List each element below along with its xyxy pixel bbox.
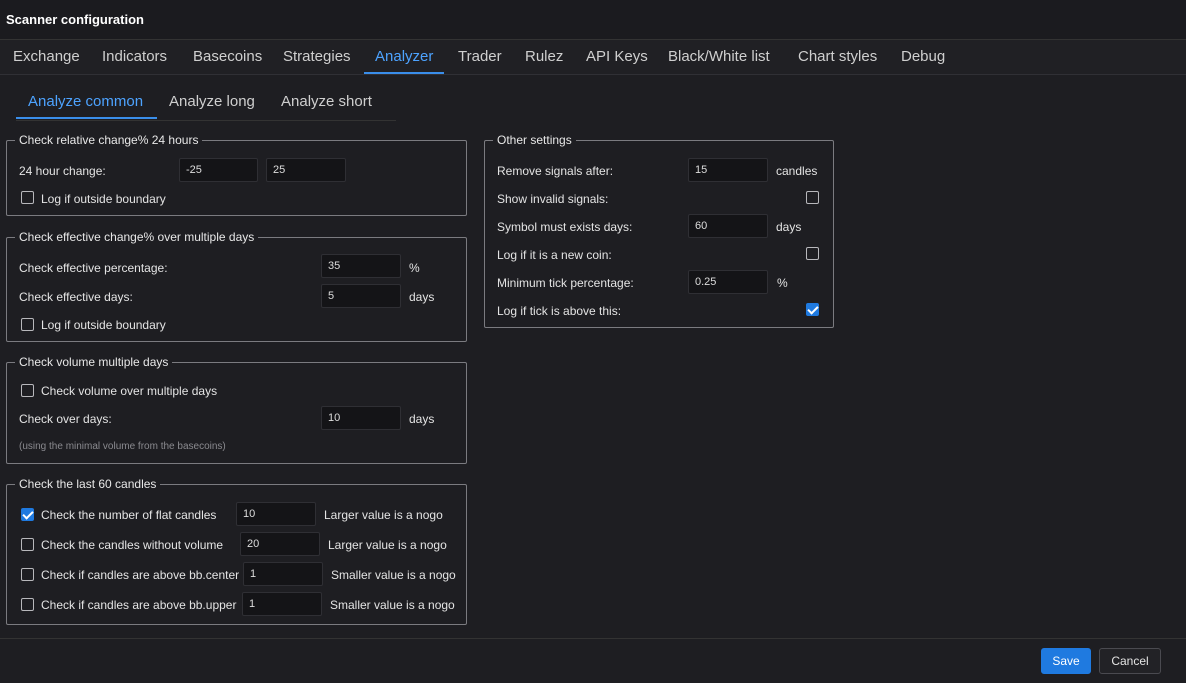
remove-signals-input[interactable]: [688, 158, 768, 182]
sub-tab-bar: Analyze common Analyze long Analyze shor…: [16, 84, 396, 121]
bb-upper-input[interactable]: [242, 592, 322, 616]
cancel-button[interactable]: Cancel: [1099, 648, 1161, 674]
bb-center-label: Check if candles are above bb.center: [41, 568, 240, 582]
days-unit: days: [409, 290, 435, 304]
bb-center-input[interactable]: [243, 562, 323, 586]
symbol-exists-input[interactable]: [688, 214, 768, 238]
save-button[interactable]: Save: [1041, 648, 1091, 674]
candles-unit: candles: [776, 164, 818, 178]
bb-upper-label: Check if candles are above bb.upper: [41, 598, 237, 612]
tab-basecoins[interactable]: Basecoins: [193, 48, 262, 65]
tab-chart-styles[interactable]: Chart styles: [798, 48, 877, 65]
change-max-input[interactable]: [266, 158, 346, 182]
active-tab-indicator: [364, 72, 444, 74]
new-coin-checkbox[interactable]: [806, 247, 819, 260]
flat-candles-note: Larger value is a nogo: [324, 508, 443, 522]
tick-above-checkbox[interactable]: [806, 303, 819, 316]
invalid-signals-label: Show invalid signals:: [497, 192, 609, 206]
volume-check-checkbox[interactable]: [21, 384, 34, 397]
remove-signals-label: Remove signals after:: [497, 164, 614, 178]
symbol-exists-label: Symbol must exists days:: [497, 220, 633, 234]
flat-candles-input[interactable]: [236, 502, 316, 526]
volume-days-input[interactable]: [321, 406, 401, 430]
effective-percentage-input[interactable]: [321, 254, 401, 278]
effective-days-label: Check effective days:: [19, 290, 133, 304]
tab-debug[interactable]: Debug: [901, 48, 945, 65]
no-volume-note: Larger value is a nogo: [328, 538, 447, 552]
tick-above-label: Log if tick is above this:: [497, 304, 622, 318]
volume-days-label: Check over days:: [19, 412, 112, 426]
tab-exchange[interactable]: Exchange: [13, 48, 80, 65]
no-volume-checkbox[interactable]: [21, 538, 34, 551]
days-unit: days: [409, 412, 435, 426]
no-volume-input[interactable]: [240, 532, 320, 556]
flat-candles-checkbox[interactable]: [21, 508, 34, 521]
tab-black-white-list[interactable]: Black/White list: [668, 48, 770, 65]
title-bar: Scanner configuration: [0, 0, 1186, 40]
log-outside-checkbox[interactable]: [21, 191, 34, 204]
bb-upper-checkbox[interactable]: [21, 598, 34, 611]
percent-unit: %: [409, 261, 420, 275]
group-legend: Check effective change% over multiple da…: [19, 230, 255, 244]
effective-percentage-label: Check effective percentage:: [19, 261, 168, 275]
flat-candles-label: Check the number of flat candles: [41, 508, 217, 522]
no-volume-label: Check the candles without volume: [41, 538, 224, 552]
volume-hint: (using the minimal volume from the basec…: [19, 441, 226, 452]
dialog-footer: Save Cancel: [0, 638, 1186, 683]
group-legend: Check the last 60 candles: [19, 477, 157, 491]
subtab-analyze-common[interactable]: Analyze common: [28, 93, 143, 110]
bb-upper-note: Smaller value is a nogo: [330, 598, 455, 612]
tab-api-keys[interactable]: API Keys: [586, 48, 648, 65]
log-outside-label: Log if outside boundary: [41, 192, 166, 206]
percent-unit: %: [777, 276, 788, 290]
tab-strategies[interactable]: Strategies: [283, 48, 351, 65]
volume-check-label: Check volume over multiple days: [41, 384, 218, 398]
group-legend: Check relative change% 24 hours: [19, 133, 199, 147]
group-legend: Other settings: [497, 133, 572, 147]
active-subtab-indicator: [16, 117, 157, 119]
invalid-signals-checkbox[interactable]: [806, 191, 819, 204]
new-coin-label: Log if it is a new coin:: [497, 248, 612, 262]
tick-percentage-input[interactable]: [688, 270, 768, 294]
subtab-analyze-short[interactable]: Analyze short: [281, 93, 372, 110]
days-unit: days: [776, 220, 802, 234]
subtab-analyze-long[interactable]: Analyze long: [169, 93, 255, 110]
effective-log-checkbox[interactable]: [21, 318, 34, 331]
bb-center-checkbox[interactable]: [21, 568, 34, 581]
main-tab-bar: Exchange Indicators Basecoins Strategies…: [0, 40, 1186, 75]
tab-trader[interactable]: Trader: [458, 48, 502, 65]
tab-rulez[interactable]: Rulez: [525, 48, 563, 65]
effective-log-label: Log if outside boundary: [41, 318, 166, 332]
effective-days-input[interactable]: [321, 284, 401, 308]
tab-indicators[interactable]: Indicators: [102, 48, 167, 65]
change-min-input[interactable]: [179, 158, 258, 182]
window-title: Scanner configuration: [6, 12, 144, 27]
group-legend: Check volume multiple days: [19, 355, 169, 369]
bb-center-note: Smaller value is a nogo: [331, 568, 456, 582]
change-label: 24 hour change:: [19, 164, 106, 178]
tick-percentage-label: Minimum tick percentage:: [497, 276, 634, 290]
tab-analyzer[interactable]: Analyzer: [375, 48, 433, 65]
